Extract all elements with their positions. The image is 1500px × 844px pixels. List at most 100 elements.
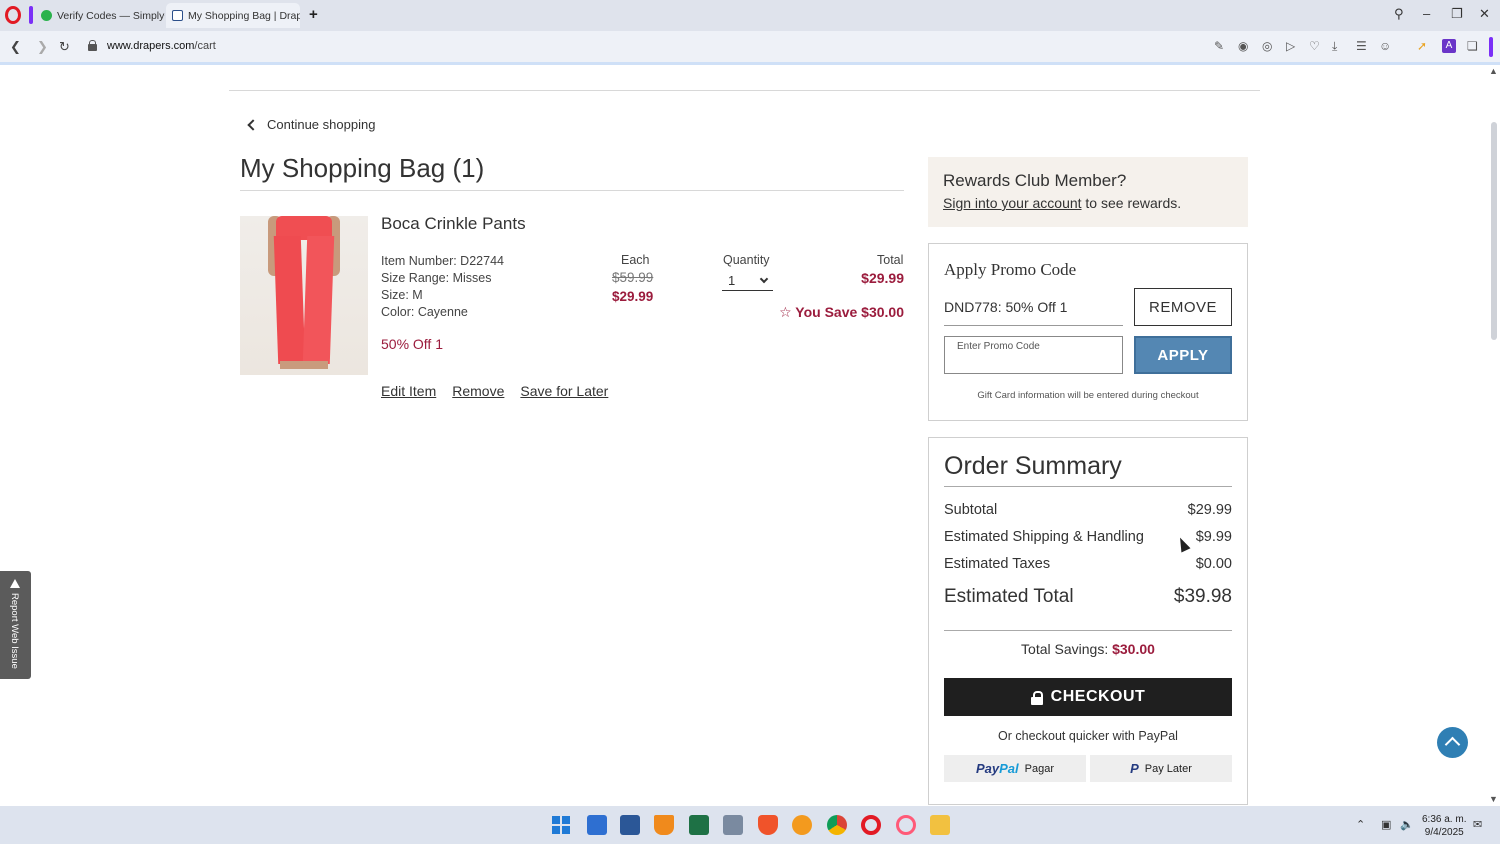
scroll-up-icon[interactable]: ▲ [1489,66,1498,76]
chrome-icon[interactable] [827,815,847,835]
scrollbar-thumb[interactable] [1491,122,1497,340]
order-summary-panel: Order Summary Subtotal $29.99 Estimated S… [928,437,1248,805]
opera-icon[interactable] [861,815,881,835]
back-icon[interactable]: ❮ [10,39,21,55]
rewards-title: Rewards Club Member? [943,171,1127,190]
menu-icon[interactable]: ☰ [1356,39,1367,53]
estimated-total-row: Estimated Total $39.98 [944,586,1232,607]
taxes-row: Estimated Taxes $0.00 [944,556,1232,572]
paypal-p-icon: P [1130,761,1139,776]
you-save-text: You Save $30.00 [795,304,904,320]
extensions-cube-icon[interactable]: ❏ [1467,39,1478,53]
vlc-icon[interactable] [654,815,674,835]
divider [240,190,904,191]
promo-tag: 50% Off 1 [381,336,444,352]
subtotal-row: Subtotal $29.99 [944,502,1232,518]
remove-item-link[interactable]: Remove [452,383,504,399]
ccleaner-icon[interactable] [792,815,812,835]
product-image[interactable] [240,216,368,375]
report-icon [10,579,20,588]
gift-card-note: Gift Card information will be entered du… [977,390,1199,401]
extension-a-icon[interactable]: A [1442,39,1456,53]
paypal-button[interactable]: PayPal Pagar [944,755,1086,782]
remove-promo-button[interactable]: REMOVE [1134,288,1232,326]
shield-icon[interactable]: ◎ [1262,39,1272,53]
volume-icon[interactable]: 🔈 [1400,818,1414,831]
clock[interactable]: 6:36 a. m. 9/4/2025 [1422,813,1466,839]
url-field[interactable]: www.drapers.com/cart [107,40,216,52]
size: Size: M [381,288,423,302]
promo-code-panel: Apply Promo Code DND778: 50% Off 1 REMOV… [928,243,1248,421]
notepad-icon[interactable] [587,815,607,835]
reload-icon[interactable]: ↻ [59,39,70,55]
new-tab-icon[interactable]: + [309,6,318,23]
checkout-button[interactable]: CHECKOUT [944,678,1232,716]
verified-favicon-icon [41,10,52,21]
line-total: $29.99 [861,270,904,286]
download-icon[interactable]: ⤓ [1332,39,1337,54]
total-savings: Total Savings: $30.00 [1021,641,1155,657]
word-icon[interactable] [620,815,640,835]
product-name[interactable]: Boca Crinkle Pants [381,214,526,234]
you-save: ☆ You Save $30.00 [779,304,904,321]
restore-icon[interactable]: ❐ [1451,6,1463,22]
drapers-favicon-icon [172,10,183,21]
chevron-left-icon [247,118,259,131]
network-icon[interactable]: ▣ [1381,818,1391,831]
original-price: $59.99 [612,270,654,285]
applied-promo-code: DND778: 50% Off 1 [944,298,1123,326]
tab-verify-codes[interactable]: Verify Codes — SimplyCo [35,3,165,28]
product-details: Item Number: D22744 Size Range: Misses S… [381,253,504,321]
close-window-icon[interactable]: ✕ [1479,6,1490,22]
extension-icon[interactable]: ➚ [1417,39,1427,53]
play-icon[interactable]: ▷ [1286,39,1295,53]
minimize-icon[interactable]: – [1423,6,1430,21]
opera-gx-icon[interactable] [896,815,916,835]
lock-icon[interactable] [88,40,97,51]
edit-page-icon[interactable]: ✎ [1214,39,1224,53]
item-number: Item Number: D22744 [381,254,504,268]
lock-icon [1030,690,1043,705]
order-summary-title: Order Summary [944,452,1122,480]
file-explorer-icon[interactable] [930,815,950,835]
color: Color: Cayenne [381,305,468,319]
excel-icon[interactable] [689,815,709,835]
paypal-pay-later-button[interactable]: P Pay Later [1090,755,1232,782]
windows-taskbar: ⌃ ▣ 🔈 6:36 a. m. 9/4/2025 ✉ [0,806,1500,844]
scroll-to-top-button[interactable] [1437,727,1468,758]
promo-code-input[interactable]: Enter Promo Code [944,336,1123,374]
divider [229,90,1260,91]
accent-bar [1489,37,1493,57]
opera-menu-icon[interactable] [5,6,21,24]
apply-promo-button[interactable]: APPLY [1134,336,1232,374]
heart-icon[interactable]: ♡ [1309,39,1320,53]
scroll-down-icon[interactable]: ▼ [1489,794,1498,804]
rewards-subtitle: Sign into your account to see rewards. [943,195,1182,211]
save-for-later-link[interactable]: Save for Later [520,383,608,399]
continue-shopping-link[interactable]: Continue shopping [246,117,375,132]
windows-start-icon[interactable] [552,816,570,834]
report-web-issue-tab[interactable]: Report Web Issue [0,571,31,679]
sidebar-accent [29,6,33,24]
search-tabs-icon[interactable]: ⚲ [1394,6,1404,22]
sign-in-link[interactable]: Sign into your account [943,195,1082,211]
item-actions: Edit Item Remove Save for Later [381,383,608,399]
brave-icon[interactable] [758,815,778,835]
promo-title: Apply Promo Code [944,260,1077,279]
paypal-note: Or checkout quicker with PayPal [998,729,1178,743]
each-header: Each [621,253,650,267]
camera-icon[interactable]: ◉ [1238,39,1248,53]
tab-shopping-bag[interactable]: My Shopping Bag | Drape [166,3,300,28]
quantity-header: Quantity [723,253,770,267]
quantity-select[interactable]: 1 [722,270,773,291]
notification-icon[interactable]: ✉ [1473,818,1482,831]
account-icon[interactable]: ☺ [1379,39,1391,53]
edit-item-link[interactable]: Edit Item [381,383,436,399]
continue-shopping-label: Continue shopping [267,117,376,132]
sale-price: $29.99 [612,289,654,304]
report-label: Report Web Issue [9,593,20,669]
forward-icon[interactable]: ❯ [37,39,48,55]
chevron-up-icon[interactable]: ⌃ [1356,818,1365,831]
calculator-icon[interactable] [723,815,743,835]
paypal-logo-icon: PayPal [975,761,1019,776]
